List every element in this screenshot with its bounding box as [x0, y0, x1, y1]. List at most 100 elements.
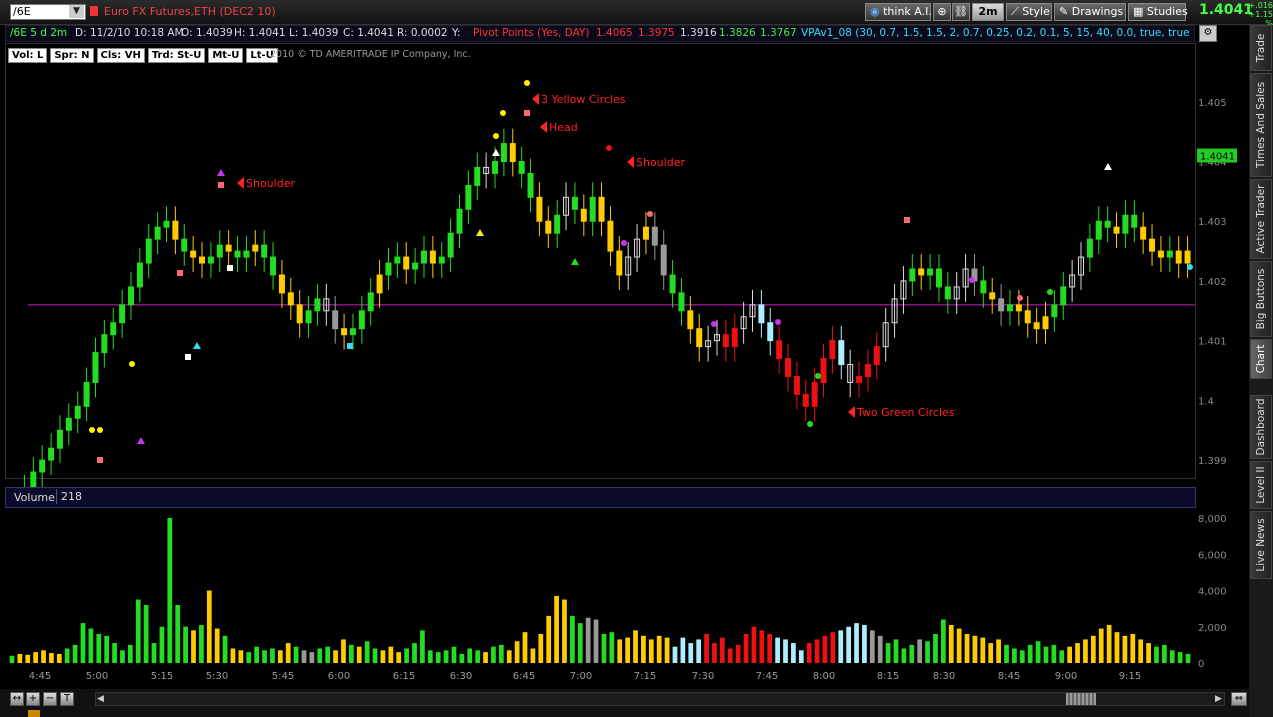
- volume-bar: [506, 650, 512, 663]
- candle-body: [536, 196, 543, 222]
- volume-bar: [222, 635, 228, 663]
- candle-body: [1015, 304, 1022, 312]
- candle-body: [92, 352, 99, 383]
- tab-level-ii[interactable]: Level II: [1250, 461, 1272, 509]
- candle-body: [1024, 310, 1031, 324]
- volume-bar: [1146, 643, 1151, 663]
- candle-body: [465, 184, 472, 210]
- candle-body: [500, 143, 507, 163]
- tab-trade[interactable]: Trade: [1250, 25, 1272, 71]
- volume-bar: [1114, 632, 1120, 663]
- candle-body: [1149, 238, 1156, 252]
- annotation-arrow: [848, 406, 855, 418]
- annotation-arrow: [237, 177, 244, 189]
- volume-bar: [783, 639, 788, 663]
- volume-bar: [869, 630, 875, 663]
- tab-dashboard[interactable]: Dashboard: [1250, 395, 1272, 459]
- candle-body: [660, 244, 667, 276]
- volume-bar: [459, 653, 465, 663]
- tab-label: Trade: [1255, 33, 1267, 63]
- candle-body: [802, 393, 809, 407]
- annotation-label: Shoulder: [636, 156, 685, 169]
- volume-bar: [980, 637, 986, 663]
- candle-body: [527, 172, 534, 198]
- candle-body: [438, 256, 445, 264]
- scroll-right-icon[interactable]: ▶: [1215, 694, 1222, 704]
- annotation-label: Two Green Circles: [856, 406, 955, 419]
- candle-body: [696, 328, 703, 348]
- volume-bar: [570, 615, 575, 663]
- volume-bar: [964, 634, 970, 663]
- x-tick-label: 6:15: [393, 671, 415, 682]
- candle-body: [1104, 220, 1111, 228]
- x-tick-label: 6:00: [328, 671, 350, 682]
- volume-bar: [254, 646, 260, 663]
- tab-label: Level II: [1255, 466, 1267, 504]
- volume-bar: [806, 643, 812, 663]
- volume-bar: [775, 637, 780, 663]
- scroll-left-icon[interactable]: ◀: [97, 694, 104, 704]
- volume-bar: [767, 634, 773, 663]
- volume-bar: [538, 634, 544, 663]
- volume-bar: [562, 599, 567, 663]
- signal-square: [218, 182, 224, 188]
- tab-big-buttons[interactable]: Big Buttons: [1250, 261, 1272, 337]
- horizontal-scrollbar[interactable]: [95, 692, 1225, 706]
- signal-dot: [1187, 264, 1193, 270]
- candle-body: [785, 358, 792, 377]
- volume-bar: [1185, 653, 1191, 663]
- drag-handle-icon[interactable]: [28, 710, 40, 717]
- volume-bar: [443, 650, 449, 663]
- x-tick-label: 6:45: [513, 671, 535, 682]
- candle-body: [376, 274, 383, 294]
- candle-body: [980, 280, 987, 294]
- candle-body: [314, 298, 321, 312]
- candle-body: [74, 405, 81, 419]
- tab-live-news[interactable]: Live News: [1250, 511, 1272, 579]
- zoom-out-icon[interactable]: −: [43, 692, 57, 706]
- volume-bar: [522, 632, 528, 663]
- volume-bar: [814, 639, 820, 663]
- signal-dot: [815, 373, 821, 379]
- volume-bar: [285, 643, 291, 663]
- x-tick-label: 7:45: [756, 671, 778, 682]
- zoom-in-icon[interactable]: +: [26, 692, 40, 706]
- signal-dot: [97, 427, 103, 433]
- volume-bar: [956, 628, 962, 663]
- candle-body: [172, 220, 179, 240]
- candle-body: [127, 286, 134, 306]
- tab-chart[interactable]: Chart: [1250, 339, 1272, 379]
- volume-bar: [120, 650, 125, 663]
- x-tick-label: 8:00: [813, 671, 835, 682]
- candle-body: [1157, 250, 1164, 258]
- volume-bar: [88, 628, 94, 663]
- volume-bar: [940, 619, 946, 663]
- volume-bar: [948, 624, 954, 663]
- signal-triangle: [137, 437, 145, 444]
- candle-body: [1113, 226, 1120, 234]
- signal-dot: [1047, 289, 1053, 295]
- candle-body: [154, 226, 161, 240]
- volume-bar: [719, 637, 725, 663]
- x-tick-label: 9:15: [1119, 671, 1141, 682]
- signal-dot: [621, 240, 627, 246]
- candle-body: [403, 256, 410, 270]
- candle-body: [349, 328, 356, 336]
- volume-bar: [838, 630, 844, 663]
- tab-active-trader[interactable]: Active Trader: [1250, 179, 1272, 259]
- scrollbar-thumb[interactable]: [1066, 693, 1096, 705]
- volume-bar: [1083, 639, 1088, 663]
- signal-square: [904, 217, 910, 223]
- volume-bar: [751, 626, 757, 663]
- signal-triangle: [1104, 163, 1112, 170]
- fit-icon[interactable]: T: [60, 692, 74, 706]
- y-tick-label: 1.402: [1198, 277, 1227, 288]
- fit-width-icon[interactable]: ⇔: [1231, 692, 1247, 706]
- volume-bar: [893, 639, 899, 663]
- tab-times-and-sales[interactable]: Times And Sales: [1250, 73, 1272, 177]
- volume-bar: [641, 635, 646, 663]
- volume-bar: [617, 639, 623, 663]
- expand-icon[interactable]: ↔: [10, 692, 24, 706]
- volume-bar: [822, 635, 828, 663]
- y-tick-label: 1.403: [1198, 217, 1227, 228]
